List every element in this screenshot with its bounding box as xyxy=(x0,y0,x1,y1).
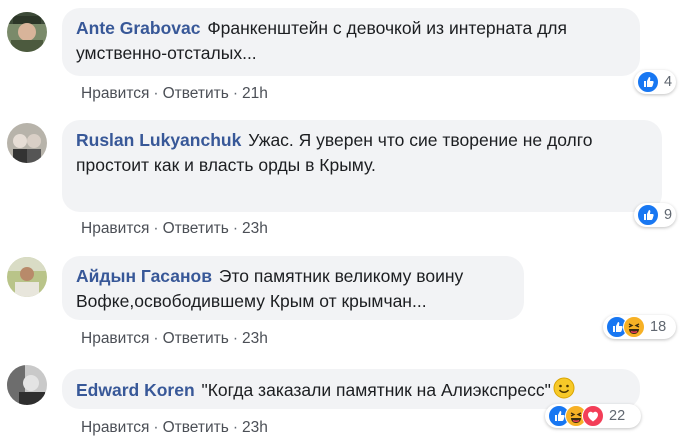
reply-link[interactable]: Ответить xyxy=(163,419,229,436)
avatar[interactable] xyxy=(7,257,47,297)
timestamp[interactable]: 23h xyxy=(242,220,268,237)
smile-emoji-icon xyxy=(553,377,575,406)
comment-author[interactable]: Edward Koren xyxy=(76,380,195,400)
like-icon xyxy=(637,71,659,93)
reaction-count: 22 xyxy=(609,408,626,424)
comment-author[interactable]: Айдын Гасанов xyxy=(76,266,212,286)
like-link[interactable]: Нравится xyxy=(81,85,149,102)
reaction-count: 9 xyxy=(664,207,673,223)
like-link[interactable]: Нравится xyxy=(81,220,149,237)
comment-text: "Когда заказали памятник на Алиэкспресс" xyxy=(201,380,551,400)
reaction-summary[interactable]: 9 xyxy=(634,203,676,227)
avatar[interactable] xyxy=(7,365,47,405)
like-link[interactable]: Нравится xyxy=(81,419,149,436)
separator: · xyxy=(153,419,159,436)
separator: · xyxy=(153,220,159,237)
like-link[interactable]: Нравится xyxy=(81,330,149,347)
avatar[interactable] xyxy=(7,123,47,163)
reaction-count: 18 xyxy=(650,319,667,335)
avatar[interactable] xyxy=(7,12,47,52)
comment-bubble: Ante Grabovac Франкенштейн с девочкой из… xyxy=(62,8,640,76)
comment-actions: Нравится · Ответить · 23h xyxy=(81,220,268,238)
comment-author[interactable]: Ruslan Lukyanchuk xyxy=(76,130,241,150)
reply-link[interactable]: Ответить xyxy=(163,220,229,237)
love-icon xyxy=(582,405,604,427)
reaction-summary[interactable]: 22 xyxy=(545,404,641,428)
comment-author[interactable]: Ante Grabovac xyxy=(76,18,200,38)
timestamp[interactable]: 23h xyxy=(242,330,268,347)
comment-bubble: Edward Koren "Когда заказали памятник на… xyxy=(62,369,640,409)
haha-icon xyxy=(623,316,645,338)
comment-actions: Нравится · Ответить · 23h xyxy=(81,419,268,437)
reply-link[interactable]: Ответить xyxy=(163,330,229,347)
comment-bubble: Айдын Гасанов Это памятник великому воин… xyxy=(62,256,524,320)
reply-link[interactable]: Ответить xyxy=(163,85,229,102)
reaction-summary[interactable]: 18 xyxy=(603,315,676,339)
like-icon xyxy=(637,204,659,226)
separator: · xyxy=(153,85,159,102)
separator: · xyxy=(232,330,239,347)
separator: · xyxy=(153,330,159,347)
separator: · xyxy=(232,220,239,237)
comment-actions: Нравится · Ответить · 23h xyxy=(81,330,268,348)
separator: · xyxy=(232,85,239,102)
reaction-count: 4 xyxy=(664,74,673,90)
reaction-summary[interactable]: 4 xyxy=(634,70,676,94)
comment-bubble: Ruslan Lukyanchuk Ужас. Я уверен что сие… xyxy=(62,120,662,212)
comment-actions: Нравится · Ответить · 21h xyxy=(81,85,268,103)
timestamp[interactable]: 23h xyxy=(242,419,268,436)
timestamp[interactable]: 21h xyxy=(242,85,268,102)
separator: · xyxy=(232,419,239,436)
